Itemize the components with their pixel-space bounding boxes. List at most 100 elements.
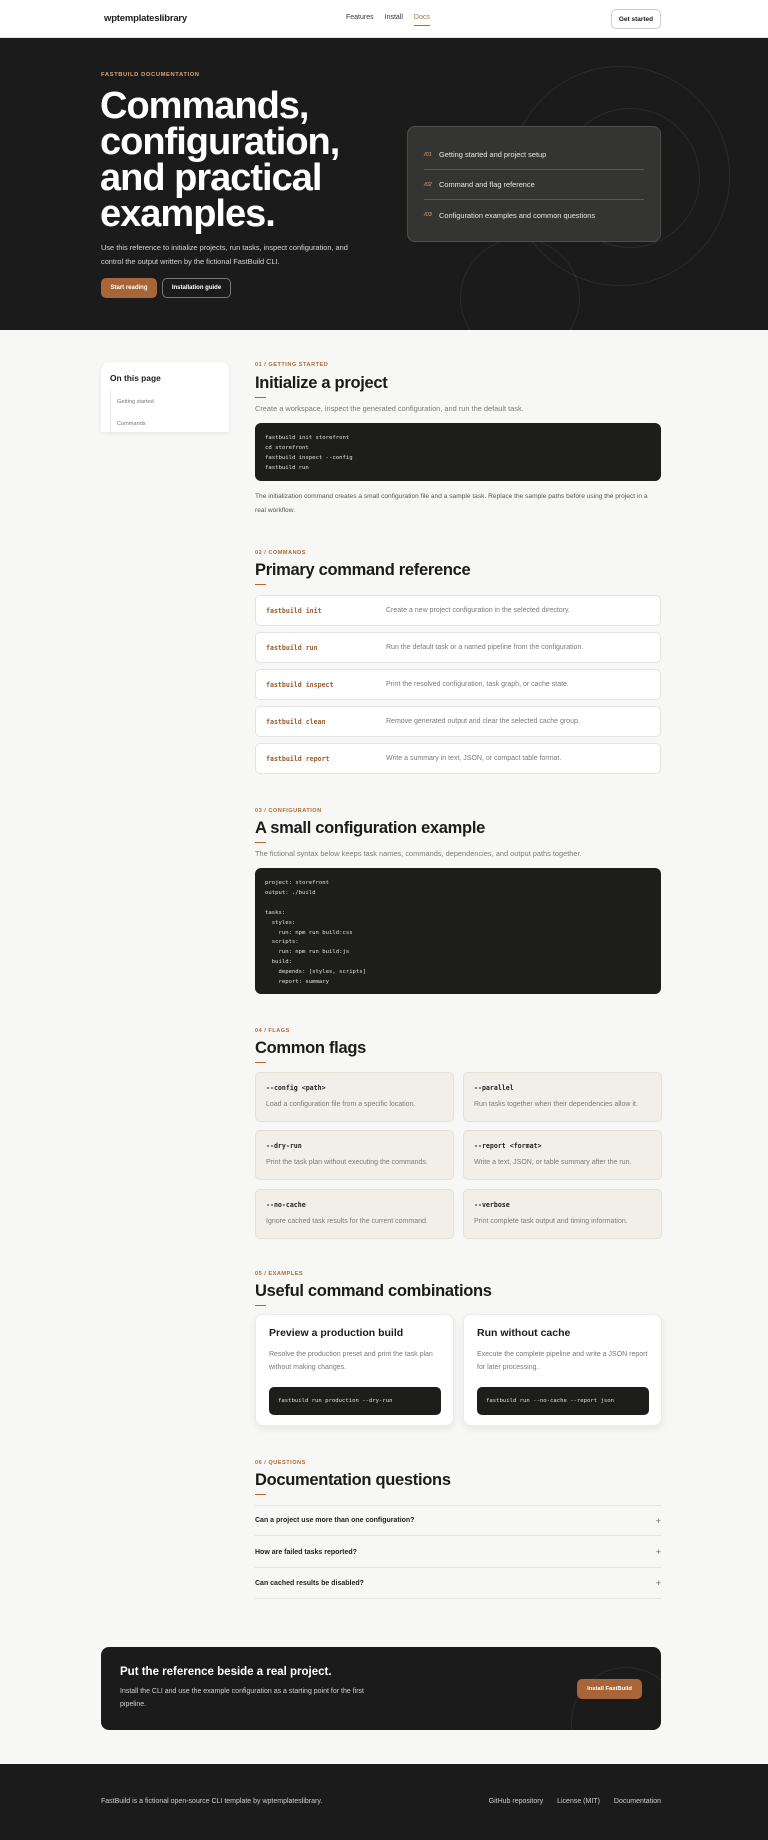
section-title: Common flags <box>255 1039 366 1057</box>
hero-card-item[interactable]: /01 Getting started and project setup <box>424 140 644 170</box>
hero-card-label: Command and flag reference <box>439 180 535 189</box>
example-description: Resolve the production preset and print … <box>269 1351 433 1371</box>
flag-card: --report <format> Write a text, JSON, or … <box>463 1130 662 1180</box>
cta-description: Install the CLI and use the example conf… <box>120 1688 364 1708</box>
hero-section: FASTBUILD DOCUMENTATION Commands, config… <box>0 38 768 330</box>
toc-link-commands[interactable]: Commands <box>117 413 220 435</box>
title-underline <box>255 1062 266 1063</box>
example-title: Run without cache <box>477 1327 571 1339</box>
section-eyebrow: 02 / COMMANDS <box>255 550 306 556</box>
flag-description: Write a text, JSON, or table summary aft… <box>474 1159 632 1166</box>
footer: FastBuild is a fictional open-source CLI… <box>0 1764 768 1840</box>
hero-title: Commands, configuration, and practical e… <box>100 85 340 235</box>
faq-question: Can cached results be disabled? <box>255 1579 364 1587</box>
flag-card: --config <path> Load a configuration file… <box>255 1072 454 1122</box>
hero-description: Use this reference to initialize project… <box>101 243 348 266</box>
footer-link-license[interactable]: License (MIT) <box>557 1798 600 1805</box>
config-code-block: project: storefront output: ./build task… <box>255 868 661 994</box>
flag-description: Run tasks together when their dependenci… <box>474 1101 638 1108</box>
install-fastbuild-button[interactable]: Install FastBuild <box>577 1679 642 1699</box>
example-code: fastbuild run --no-cache --report json <box>477 1387 649 1415</box>
title-underline <box>255 1305 266 1306</box>
flag-description: Print complete task output and timing in… <box>474 1218 628 1225</box>
section-lead: Create a workspace, inspect the generate… <box>255 404 524 413</box>
command-name: fastbuild inspect <box>266 680 334 689</box>
command-name: fastbuild report <box>266 754 330 763</box>
code-block: fastbuild init storefront cd storefront … <box>255 423 661 481</box>
toc-link-getting-started[interactable]: Getting started <box>117 391 220 413</box>
section-eyebrow: 03 / CONFIGURATION <box>255 808 322 814</box>
section-title: Primary command reference <box>255 561 471 579</box>
flag-description: Print the task plan without executing th… <box>266 1159 428 1166</box>
command-description: Write a summary in text, JSON, or compac… <box>386 755 562 762</box>
nav-link-install[interactable]: Install <box>385 14 403 26</box>
cta-banner: Put the reference beside a real project.… <box>101 1647 661 1730</box>
table-of-contents: On this page Getting started Commands <box>101 362 229 435</box>
plus-icon[interactable]: + <box>656 1516 661 1526</box>
command-row: fastbuild clean Remove generated output a… <box>255 706 661 737</box>
faq-item[interactable]: Can a project use more than one configur… <box>255 1505 661 1536</box>
main-nav: Features Install Docs <box>346 14 430 26</box>
flag-description: Load a configuration file from a specifi… <box>266 1101 416 1108</box>
installation-guide-button[interactable]: Installation guide <box>162 278 231 298</box>
command-name: fastbuild run <box>266 643 318 652</box>
nav-link-docs[interactable]: Docs <box>413 14 430 26</box>
flag-name: --report <format> <box>474 1142 542 1150</box>
command-row: fastbuild run Run the default task or a n… <box>255 632 661 663</box>
flag-card: --verbose Print complete task output and … <box>463 1189 662 1239</box>
flag-name: --no-cache <box>266 1201 306 1209</box>
toc-title: On this page <box>110 373 161 383</box>
command-name: fastbuild clean <box>266 717 326 726</box>
faq-item[interactable]: Can cached results be disabled? + <box>255 1568 661 1599</box>
footer-links: GitHub repository License (MIT) Document… <box>489 1798 661 1805</box>
example-card: Run without cache Execute the complete p… <box>463 1314 662 1426</box>
footer-link-github[interactable]: GitHub repository <box>489 1798 543 1805</box>
top-navbar: wptemplateslibrary Features Install Docs… <box>0 0 768 38</box>
footer-link-documentation[interactable]: Documentation <box>614 1798 661 1805</box>
command-row: fastbuild report Write a summary in text,… <box>255 743 661 774</box>
title-underline <box>255 842 266 843</box>
section-eyebrow: 05 / EXAMPLES <box>255 1271 304 1277</box>
cta-title: Put the reference beside a real project. <box>120 1666 332 1678</box>
title-underline <box>255 397 266 398</box>
command-description: Remove generated output and clear the se… <box>386 718 580 725</box>
section-eyebrow: 04 / FLAGS <box>255 1028 290 1034</box>
flag-name: --config <path> <box>266 1084 326 1092</box>
faq-question: Can a project use more than one configur… <box>255 1517 415 1524</box>
title-underline <box>255 1494 266 1495</box>
nav-link-features[interactable]: Features <box>346 14 374 26</box>
flag-card: --parallel Run tasks together when their … <box>463 1072 662 1122</box>
flag-name: --dry-run <box>266 1142 302 1150</box>
section-eyebrow: 01 / GETTING STARTED <box>255 362 329 368</box>
flag-name: --parallel <box>474 1084 514 1092</box>
section-title: A small configuration example <box>255 819 485 837</box>
plus-icon[interactable]: + <box>656 1547 661 1557</box>
plus-icon[interactable]: + <box>656 1578 661 1588</box>
example-title: Preview a production build <box>269 1327 404 1339</box>
command-description: Run the default task or a named pipeline… <box>386 644 584 651</box>
flag-name: --verbose <box>474 1201 510 1209</box>
flag-card: --no-cache Ignore cached task results for… <box>255 1189 454 1239</box>
example-description: Execute the complete pipeline and write … <box>477 1351 648 1371</box>
hero-eyebrow: FASTBUILD DOCUMENTATION <box>101 72 200 78</box>
command-description: Print the resolved configuration, task g… <box>386 681 569 688</box>
command-row: fastbuild init Create a new project confi… <box>255 595 661 626</box>
flag-description: Ignore cached task results for the curre… <box>266 1218 428 1225</box>
command-name: fastbuild init <box>266 606 322 615</box>
command-row: fastbuild inspect Print the resolved conf… <box>255 669 661 700</box>
flag-card: --dry-run Print the task plan without exe… <box>255 1130 454 1180</box>
get-started-button[interactable]: Get started <box>611 9 661 29</box>
brand-logo[interactable]: wptemplateslibrary <box>104 13 187 24</box>
section-title: Initialize a project <box>255 374 388 392</box>
faq-item[interactable]: How are failed tasks reported? + <box>255 1537 661 1568</box>
hero-contents-card: /01 Getting started and project setup /02… <box>407 126 661 242</box>
section-note: The initialization command creates a sma… <box>255 493 648 514</box>
example-code: fastbuild run production --dry-run <box>269 1387 441 1415</box>
toc-links: Getting started Commands <box>110 391 220 435</box>
footer-text: FastBuild is a fictional open-source CLI… <box>101 1798 323 1805</box>
hero-card-item[interactable]: /03 Configuration examples and common que… <box>424 200 644 230</box>
start-reading-button[interactable]: Start reading <box>101 278 157 298</box>
section-title: Documentation questions <box>255 1471 451 1489</box>
example-card: Preview a production build Resolve the p… <box>255 1314 454 1426</box>
hero-card-item[interactable]: /02 Command and flag reference <box>424 170 644 200</box>
